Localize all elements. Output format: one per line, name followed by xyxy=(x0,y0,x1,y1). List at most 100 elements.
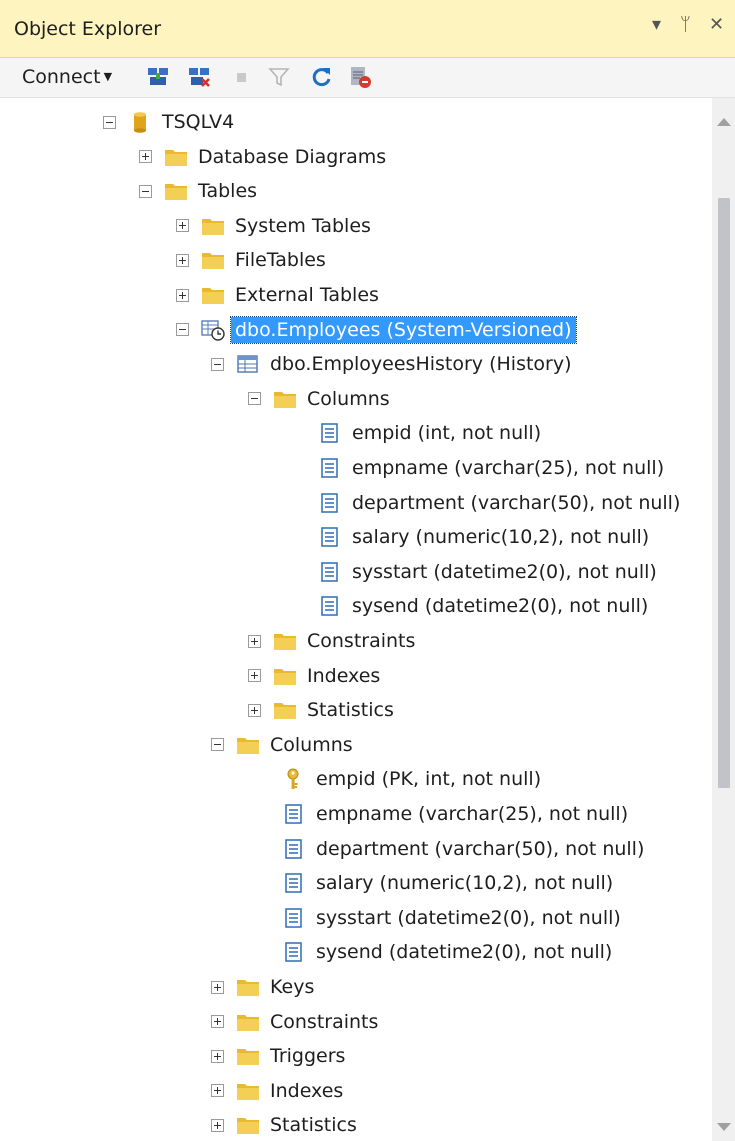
tree-node[interactable]: FileTables xyxy=(176,244,330,276)
collapse-minus-icon[interactable] xyxy=(176,323,189,337)
folder-icon xyxy=(236,1011,260,1033)
close-icon[interactable]: ✕ xyxy=(709,16,724,34)
tree-node[interactable]: sysstart (datetime2(0), not null) xyxy=(282,902,625,934)
disconnect-icon[interactable] xyxy=(187,65,211,89)
column-icon xyxy=(282,907,306,929)
tree-node[interactable]: dbo.Employees (System-Versioned) xyxy=(176,314,577,346)
filter-icon[interactable] xyxy=(267,65,291,89)
tree-node-label: System Tables xyxy=(235,214,371,237)
tree-node[interactable]: Tables xyxy=(139,175,261,207)
tree-node-label: Triggers xyxy=(270,1045,346,1068)
tree-node[interactable]: empname (varchar(25), not null) xyxy=(318,452,668,484)
folder-icon xyxy=(164,146,188,168)
connect-label: Connect xyxy=(22,66,101,88)
folder-icon xyxy=(164,180,188,202)
tree-node[interactable]: empname (varchar(25), not null) xyxy=(282,798,632,830)
tree-node[interactable]: Keys xyxy=(211,971,318,1003)
tree-node[interactable]: Columns xyxy=(248,383,394,415)
tree-node[interactable]: Columns xyxy=(211,729,357,761)
folder-icon xyxy=(236,1114,260,1136)
tree-node[interactable]: Database Diagrams xyxy=(139,141,390,173)
tree-node[interactable]: Indexes xyxy=(211,1075,347,1107)
tree-node-label: dbo.EmployeesHistory (History) xyxy=(270,353,572,376)
scroll-down-icon[interactable] xyxy=(717,1123,731,1131)
tree-node-label: sysstart (datetime2(0), not null) xyxy=(352,560,657,583)
tree-node[interactable]: External Tables xyxy=(176,279,383,311)
tree-node[interactable]: sysend (datetime2(0), not null) xyxy=(318,590,652,622)
tree-node[interactable]: sysstart (datetime2(0), not null) xyxy=(318,556,661,588)
collapse-minus-icon[interactable] xyxy=(248,392,261,406)
tree-node-label: dbo.Employees (System-Versioned) xyxy=(230,315,577,344)
tree-node-label: External Tables xyxy=(235,284,379,306)
scroll-up-icon[interactable] xyxy=(717,118,731,126)
tree-node[interactable]: Triggers xyxy=(211,1040,349,1072)
expand-plus-icon[interactable] xyxy=(211,1015,224,1029)
folder-icon xyxy=(273,699,297,721)
tree-node[interactable]: sysend (datetime2(0), not null) xyxy=(282,936,616,968)
folder-icon xyxy=(201,215,225,237)
column-icon xyxy=(282,872,306,894)
tree-node[interactable]: Indexes xyxy=(248,660,384,692)
column-icon xyxy=(318,457,342,479)
tree-node[interactable]: department (varchar(50), not null) xyxy=(318,487,684,519)
column-icon xyxy=(318,492,342,514)
column-icon xyxy=(318,526,342,548)
collapse-minus-icon[interactable] xyxy=(211,738,224,752)
expand-plus-icon[interactable] xyxy=(248,703,261,717)
tree-node-label: Indexes xyxy=(307,664,381,687)
tree-node-label: Constraints xyxy=(270,1010,379,1033)
expand-plus-icon[interactable] xyxy=(176,253,189,267)
expand-plus-icon[interactable] xyxy=(248,669,261,683)
tree-node[interactable]: Statistics xyxy=(248,694,398,726)
collapse-minus-icon[interactable] xyxy=(139,184,152,198)
object-explorer-tree[interactable]: TSQLV4 Database Diagrams Tables System Tabl… xyxy=(0,98,712,1141)
folder-icon xyxy=(236,1045,260,1067)
expand-plus-icon[interactable] xyxy=(211,980,224,994)
expand-plus-icon[interactable] xyxy=(176,219,189,233)
folder-icon xyxy=(273,665,297,687)
tree-node[interactable]: empid (PK, int, not null) xyxy=(282,763,545,795)
tree-node[interactable]: salary (numeric(10,2), not null) xyxy=(318,521,653,553)
expand-plus-icon[interactable] xyxy=(176,288,189,302)
column-icon xyxy=(318,422,342,444)
expand-plus-icon[interactable] xyxy=(139,150,152,164)
collapse-minus-icon[interactable] xyxy=(211,357,224,371)
tree-node[interactable]: Constraints xyxy=(211,1006,382,1038)
stop-icon[interactable] xyxy=(229,65,253,89)
scrollbar-thumb[interactable] xyxy=(718,198,730,788)
tree-node-label: Keys xyxy=(270,976,315,998)
tree-node-label: empname (varchar(25), not null) xyxy=(352,457,665,479)
activity-monitor-icon[interactable] xyxy=(348,65,372,89)
expand-plus-icon[interactable] xyxy=(248,634,261,648)
panel-title: Object Explorer xyxy=(14,18,162,40)
connect-button[interactable]: Connect ▼ xyxy=(22,66,112,88)
tree-node[interactable]: dbo.EmployeesHistory (History) xyxy=(211,348,576,380)
tree-node[interactable]: Statistics xyxy=(211,1109,361,1141)
folder-icon xyxy=(273,388,297,410)
tree-node[interactable]: empid (int, not null) xyxy=(318,417,545,449)
tree-node[interactable]: salary (numeric(10,2), not null) xyxy=(282,867,617,899)
expand-plus-icon[interactable] xyxy=(211,1118,224,1132)
tree-node-label: Columns xyxy=(270,733,353,756)
expand-plus-icon[interactable] xyxy=(211,1084,224,1098)
chevron-down-icon: ▼ xyxy=(103,70,113,83)
pin-icon[interactable]: ᛘ xyxy=(680,16,691,34)
table-icon xyxy=(236,353,260,375)
tree-node-label: Constraints xyxy=(307,630,416,652)
tree-node[interactable]: System Tables xyxy=(176,210,375,242)
folder-icon xyxy=(236,976,260,998)
refresh-icon[interactable] xyxy=(310,65,334,89)
tree-node[interactable]: Constraints xyxy=(248,625,419,657)
tree-node[interactable]: department (varchar(50), not null) xyxy=(282,833,648,865)
dropdown-arrow-icon[interactable]: ▾ xyxy=(652,16,661,34)
tree-node[interactable]: TSQLV4 xyxy=(103,106,238,138)
tree-node-label: empname (varchar(25), not null) xyxy=(316,803,629,825)
collapse-minus-icon[interactable] xyxy=(103,115,116,129)
tree-node-label: salary (numeric(10,2), not null) xyxy=(352,526,650,549)
folder-icon xyxy=(273,630,297,652)
expand-plus-icon[interactable] xyxy=(211,1049,224,1063)
tree-node-label: department (varchar(50), not null) xyxy=(352,491,681,514)
connect-object-explorer-icon[interactable] xyxy=(146,65,170,89)
object-explorer-title-bar: Object Explorer ▾ ᛘ ✕ xyxy=(0,0,735,58)
vertical-scrollbar[interactable] xyxy=(712,98,735,1141)
